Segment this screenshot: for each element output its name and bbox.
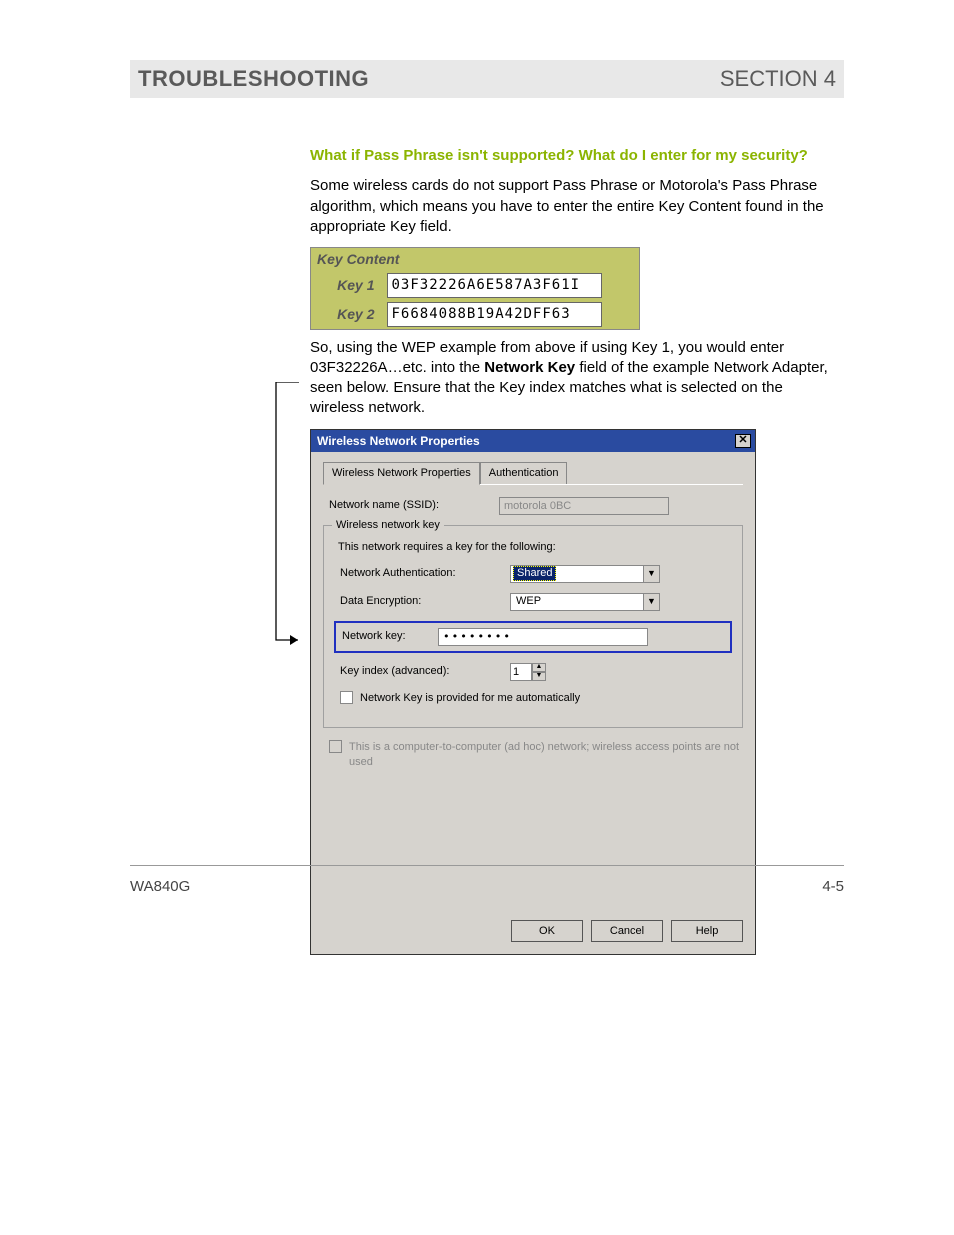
key-content-header: Key Content	[311, 248, 640, 271]
footer-model: WA840G	[130, 878, 190, 895]
footer-page-number: 4-5	[822, 878, 844, 895]
encryption-select[interactable]: WEP ▼	[510, 593, 660, 611]
page-header: TROUBLESHOOTING SECTION 4	[130, 60, 844, 98]
key2-label: Key 2	[311, 300, 381, 329]
auth-label: Network Authentication:	[340, 566, 510, 581]
wireless-network-key-group: Wireless network key This network requir…	[323, 525, 743, 729]
dialog-title: Wireless Network Properties	[317, 433, 480, 449]
ssid-label: Network name (SSID):	[329, 498, 499, 513]
encryption-label: Data Encryption:	[340, 594, 510, 609]
network-key-input[interactable]: ••••••••	[438, 628, 648, 646]
adhoc-checkbox	[329, 740, 342, 753]
auth-select[interactable]: Shared ▼	[510, 565, 660, 583]
dialog-titlebar: Wireless Network Properties ✕	[311, 430, 755, 452]
para2-bold: Network Key	[484, 359, 575, 376]
paragraph-2: So, using the WEP example from above if …	[310, 338, 840, 419]
tab-strip: Wireless Network Properties Authenticati…	[323, 462, 743, 485]
key1-value: 03F32226A6E587A3F61I	[387, 273, 602, 298]
key2-value: F6684088B19A42DFF63	[387, 302, 602, 327]
chevron-down-icon[interactable]: ▼	[643, 566, 659, 582]
callout-arrow	[272, 382, 312, 687]
auto-key-label: Network Key is provided for me automatic…	[360, 691, 580, 706]
key-index-spinner[interactable]: ▲ ▼	[510, 663, 546, 681]
key-index-label: Key index (advanced):	[340, 664, 510, 679]
tab-authentication[interactable]: Authentication	[480, 462, 568, 484]
ok-button[interactable]: OK	[511, 920, 583, 942]
close-icon[interactable]: ✕	[735, 434, 751, 448]
wnk-description: This network requires a key for the foll…	[338, 540, 732, 555]
page-footer: WA840G 4-5	[130, 865, 844, 895]
spinner-down-icon[interactable]: ▼	[532, 672, 546, 681]
paragraph-1: Some wireless cards do not support Pass …	[310, 176, 840, 237]
adhoc-label: This is a computer-to-computer (ad hoc) …	[349, 740, 743, 770]
key1-label: Key 1	[311, 271, 381, 300]
spinner-up-icon[interactable]: ▲	[532, 663, 546, 672]
wnk-legend: Wireless network key	[332, 518, 444, 533]
header-right: SECTION 4	[720, 66, 836, 92]
auth-value: Shared	[513, 566, 556, 581]
encryption-value: WEP	[513, 594, 544, 609]
key-content-table: Key Content Key 1 03F32226A6E587A3F61I K…	[310, 247, 640, 330]
help-button[interactable]: Help	[671, 920, 743, 942]
key-index-input[interactable]	[510, 663, 532, 681]
header-left: TROUBLESHOOTING	[138, 66, 369, 92]
network-key-row: Network key: ••••••••	[334, 621, 732, 653]
ssid-input: motorola 0BC	[499, 497, 669, 515]
network-key-label: Network key:	[342, 629, 438, 644]
question-heading: What if Pass Phrase isn't supported? Wha…	[310, 146, 840, 166]
auto-key-checkbox[interactable]	[340, 691, 353, 704]
chevron-down-icon[interactable]: ▼	[643, 594, 659, 610]
tab-wireless-properties[interactable]: Wireless Network Properties	[323, 462, 480, 485]
cancel-button[interactable]: Cancel	[591, 920, 663, 942]
